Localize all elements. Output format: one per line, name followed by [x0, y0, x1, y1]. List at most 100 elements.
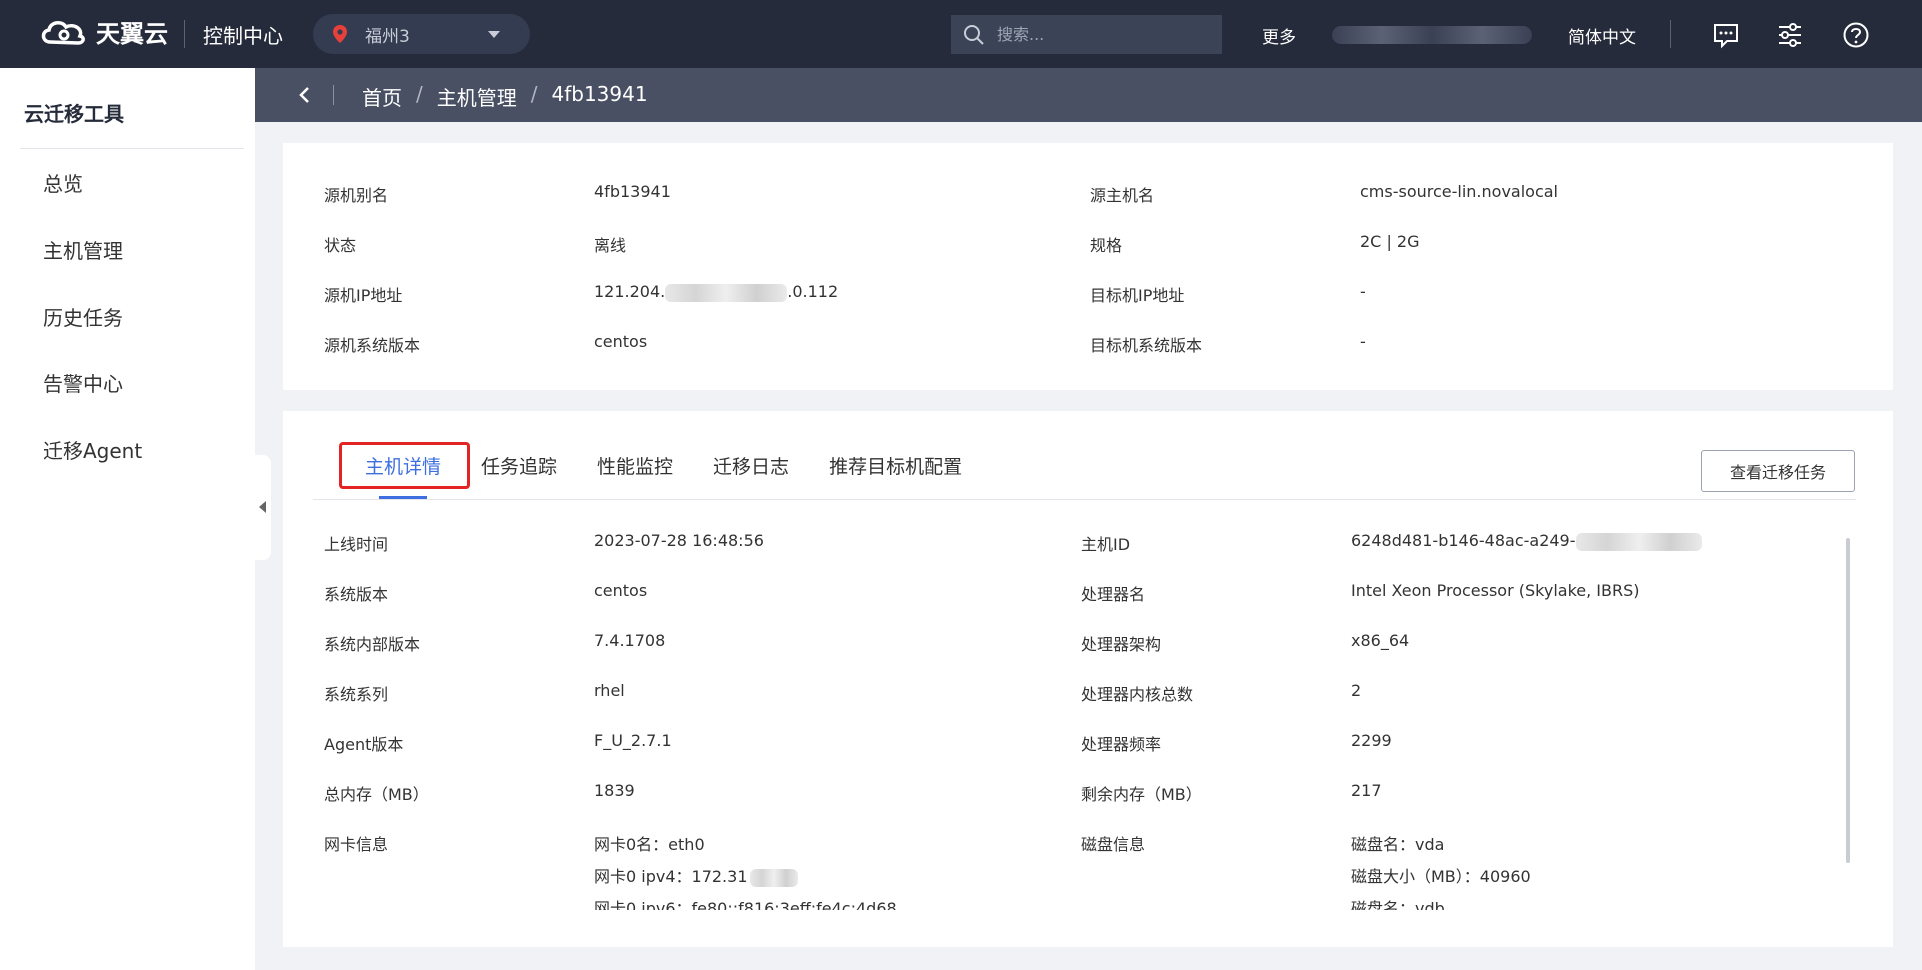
message-icon[interactable]: [1712, 21, 1740, 49]
console-link[interactable]: 控制中心: [203, 20, 283, 49]
detail-label: 处理器频率: [1081, 735, 1162, 754]
summary-label: 源主机名: [1090, 186, 1155, 205]
summary-label: 状态: [324, 236, 357, 255]
detail-label: Agent版本: [324, 735, 404, 754]
logo-text: 天翼云: [96, 20, 168, 48]
sidebar-item-history-tasks[interactable]: 历史任务: [43, 302, 123, 331]
disk-line: 磁盘名：vdb: [1351, 899, 1445, 910]
tab-task-tracking[interactable]: 任务追踪: [481, 452, 557, 479]
detail-scrollbar[interactable]: [1846, 538, 1850, 863]
back-arrow-icon[interactable]: [295, 85, 315, 105]
detail-label: 处理器内核总数: [1081, 685, 1194, 704]
disk-line: 磁盘名：vda: [1351, 835, 1445, 854]
view-migration-task-button[interactable]: 查看迁移任务: [1701, 450, 1855, 492]
detail-value: 2023-07-28 16:48:56: [594, 531, 764, 550]
detail-label: 磁盘信息: [1081, 835, 1146, 854]
sidebar-divider: [20, 148, 244, 149]
host-summary-card: [283, 143, 1893, 390]
detail-label: 系统版本: [324, 585, 389, 604]
lang-divider: [1670, 20, 1671, 48]
tab-host-details[interactable]: 主机详情: [365, 452, 441, 479]
redacted-blur: [665, 283, 788, 302]
detail-value: 2: [1351, 681, 1362, 700]
summary-label: 规格: [1090, 236, 1123, 255]
detail-label: 总内存（MB）: [324, 785, 429, 804]
ip-suffix: .0.112: [787, 282, 839, 301]
logo-divider: [184, 20, 185, 48]
summary-value: cms-source-lin.novalocal: [1360, 182, 1558, 201]
sidebar-item-migration-agent[interactable]: 迁移Agent: [43, 435, 142, 464]
breadcrumb-host-management[interactable]: 主机管理: [437, 82, 517, 111]
detail-label: 网卡信息: [324, 835, 389, 854]
breadcrumb: 首页 / 主机管理 / 4fb13941: [362, 82, 648, 111]
breadcrumb-current: 4fb13941: [551, 82, 648, 106]
help-icon[interactable]: [1842, 21, 1870, 49]
summary-label: 源机IP地址: [324, 286, 403, 305]
summary-value: 4fb13941: [594, 182, 671, 201]
breadcrumb-divider: [333, 85, 334, 105]
more-menu[interactable]: 更多: [1262, 23, 1296, 48]
host-detail-content: 上线时间 2023-07-28 16:48:56 系统版本 centos 系统内…: [283, 520, 1843, 910]
detail-label: 主机ID: [1081, 535, 1131, 554]
tab-performance-monitor[interactable]: 性能监控: [597, 452, 673, 479]
user-account-redacted[interactable]: [1332, 26, 1532, 44]
detail-label: 剩余内存（MB）: [1081, 785, 1202, 804]
redacted-blur: [1575, 532, 1702, 551]
sidebar-item-alert-center[interactable]: 告警中心: [43, 368, 123, 397]
nic-ipv4-line: 网卡0 ipv4：172.31: [594, 863, 798, 887]
summary-label: 源机系统版本: [324, 336, 421, 355]
nic-line: 网卡0名：eth0: [594, 835, 705, 854]
breadcrumb-separator: /: [416, 82, 423, 106]
redacted-blur: [749, 868, 798, 887]
sidebar: 云迁移工具 总览 主机管理 历史任务 告警中心 迁移Agent: [0, 68, 255, 970]
summary-label: 源机别名: [324, 186, 389, 205]
search-box[interactable]: [951, 15, 1222, 54]
location-pin-icon: [333, 25, 347, 43]
region-label: 福州3: [365, 26, 410, 47]
host-id-text: 6248d481-b146-48ac-a249-: [1351, 531, 1576, 550]
source-ip-value: 121.204. .0.112: [594, 282, 838, 302]
search-input[interactable]: [997, 25, 1197, 44]
detail-label: 系统系列: [324, 685, 389, 704]
detail-value: x86_64: [1351, 631, 1410, 650]
nic-ipv4-text: 网卡0 ipv4：172.31: [594, 867, 748, 886]
detail-label: 系统内部版本: [324, 635, 421, 654]
tab-migration-log[interactable]: 迁移日志: [713, 452, 789, 479]
summary-value: centos: [594, 332, 648, 351]
detail-label: 上线时间: [324, 535, 389, 554]
tab-recommended-config[interactable]: 推荐目标机配置: [829, 452, 962, 479]
summary-value: -: [1360, 282, 1366, 301]
chevron-down-icon: [488, 31, 500, 38]
settings-sliders-icon[interactable]: [1776, 21, 1804, 49]
detail-value: 217: [1351, 781, 1382, 800]
search-icon: [964, 24, 984, 45]
summary-value: -: [1360, 332, 1366, 351]
detail-value: F_U_2.7.1: [594, 731, 672, 750]
detail-value: centos: [594, 581, 648, 600]
top-navigation-bar: 天翼云 控制中心 福州3 更多 简体中文: [0, 0, 1922, 68]
sidebar-item-host-management[interactable]: 主机管理: [43, 235, 123, 264]
sidebar-title: 云迁移工具: [24, 102, 124, 126]
disk-line: 磁盘大小（MB）：40960: [1351, 867, 1531, 886]
detail-label: 处理器架构: [1081, 635, 1162, 654]
breadcrumb-separator: /: [530, 82, 538, 106]
summary-label: 目标机IP地址: [1090, 286, 1185, 305]
summary-value: 离线: [594, 236, 627, 255]
detail-value: 1839: [594, 781, 635, 800]
breadcrumb-bar: 首页 / 主机管理 / 4fb13941: [255, 68, 1922, 122]
breadcrumb-home[interactable]: 首页: [362, 82, 402, 111]
detail-value: 2299: [1351, 731, 1392, 750]
sidebar-collapse-toggle[interactable]: [255, 455, 271, 560]
detail-value: Intel Xeon Processor (Skylake, IBRS): [1351, 581, 1640, 600]
ip-prefix: 121.204.: [594, 282, 666, 301]
detail-value: rhel: [594, 681, 625, 700]
tab-divider: [313, 499, 1856, 500]
detail-value: 7.4.1708: [594, 631, 666, 650]
cloud-logo-icon: [41, 20, 85, 45]
tab-bar: 主机详情 任务追踪 性能监控 迁移日志 推荐目标机配置: [339, 441, 1002, 479]
sidebar-item-overview[interactable]: 总览: [43, 168, 83, 197]
region-selector[interactable]: 福州3: [313, 14, 530, 54]
tianyi-cloud-logo[interactable]: 天翼云: [38, 14, 168, 49]
language-switch[interactable]: 简体中文: [1568, 23, 1636, 48]
summary-value: 2C | 2G: [1360, 232, 1420, 251]
